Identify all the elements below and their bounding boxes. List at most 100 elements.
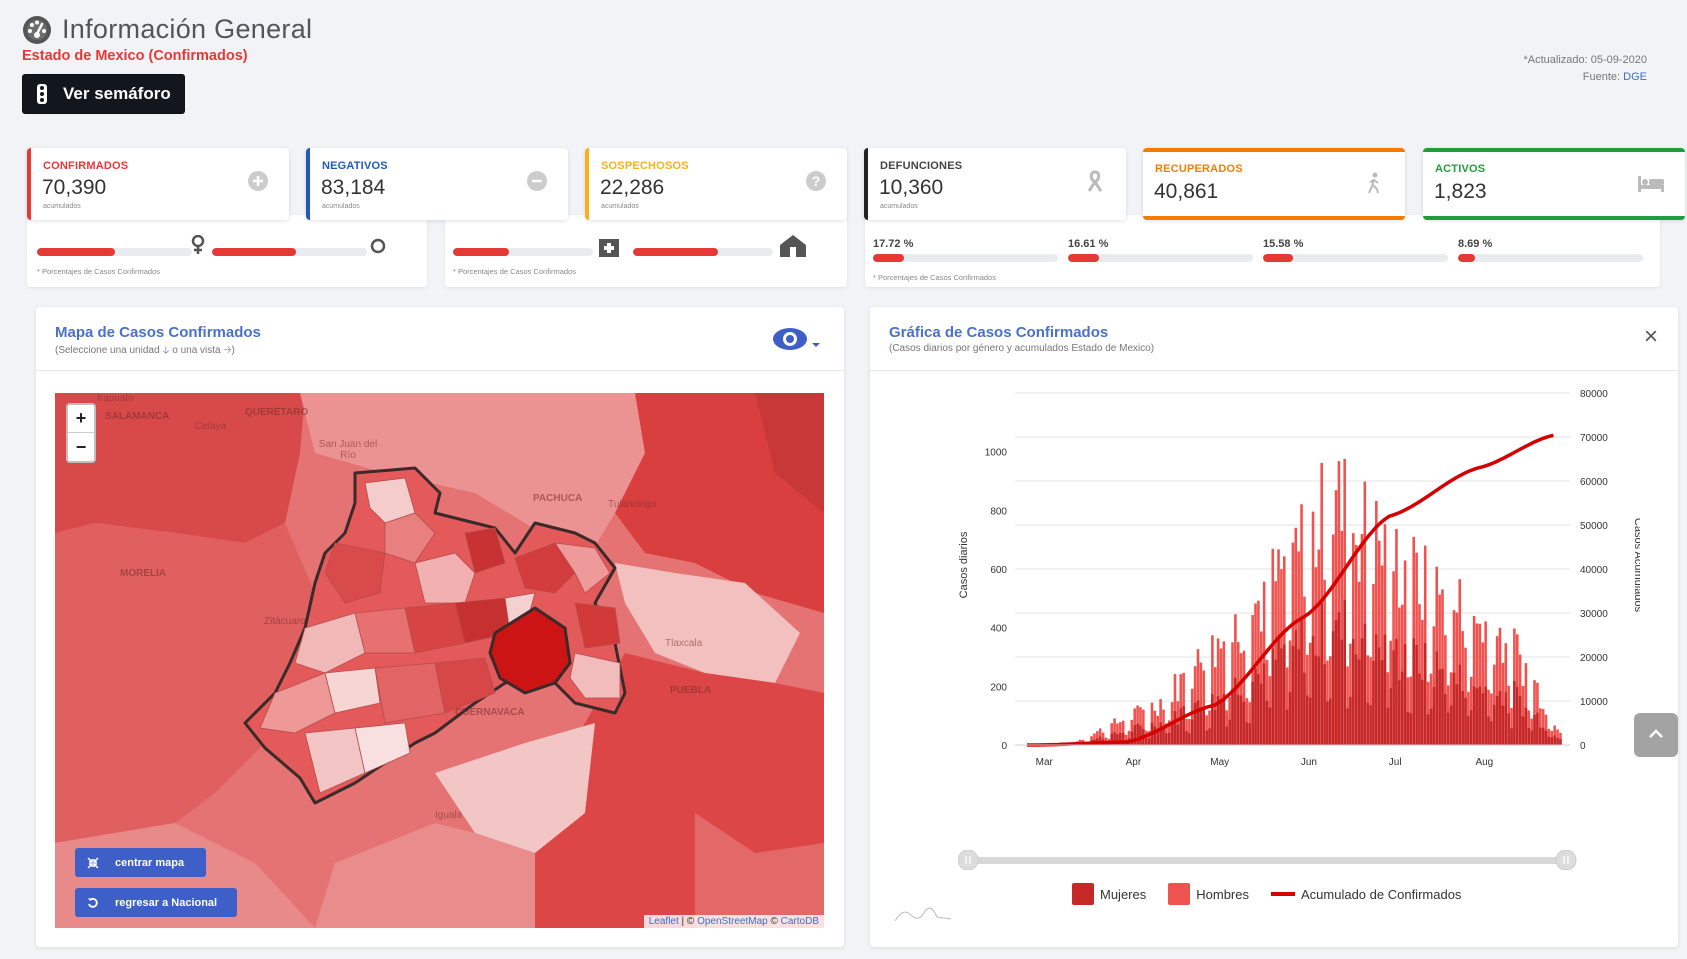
bar-mujeres (1251, 681, 1254, 745)
bar-mujeres (1331, 631, 1335, 745)
bar-mujeres (1236, 694, 1240, 745)
bar-mujeres (1490, 721, 1493, 745)
source-link[interactable]: DGE (1623, 71, 1647, 83)
bar-mujeres (1452, 672, 1456, 745)
group-bar-4 (1458, 254, 1643, 262)
bar-mujeres (1369, 705, 1372, 745)
stat-recuperados-card[interactable]: RECUPERADOS 40,861 (1143, 148, 1405, 220)
legend-label: Hombres (1196, 886, 1249, 902)
range-handle-right[interactable] (1555, 850, 1577, 870)
bar-mujeres (1354, 654, 1358, 745)
bar-mujeres (1306, 695, 1309, 745)
stat-activos-card[interactable]: ACTIVOS 1,823 (1423, 148, 1685, 220)
bar-mujeres (1441, 668, 1444, 745)
bar-mujeres (1248, 723, 1252, 745)
bar-mujeres (1467, 715, 1470, 745)
map-panel-title: Mapa de Casos Confirmados (55, 324, 261, 341)
map-panel-subtitle: (Seleccione una unidad 🡣 o una vista 🡢) (55, 345, 235, 356)
bar-mujeres (1478, 686, 1482, 745)
bar-mujeres (1205, 730, 1208, 745)
bar-mujeres (1231, 689, 1234, 745)
map-attribution: Leaflet | © OpenStreetMap © CartoDB (643, 915, 824, 928)
bar-mujeres (1326, 701, 1329, 745)
bar-mujeres (1530, 730, 1533, 745)
bar-mujeres (1259, 683, 1263, 745)
bar-mujeres (1518, 696, 1522, 745)
y2-tick-label: 40000 (1580, 565, 1608, 576)
bar-mujeres (1202, 707, 1206, 745)
page-subtitle: Estado de Mexico (Confirmados) (22, 48, 248, 64)
male-icon (370, 238, 386, 254)
legend-line-swatch (1271, 892, 1295, 896)
legend-item-mujeres[interactable]: Mujeres (1072, 883, 1146, 905)
bar-mujeres (1513, 681, 1516, 745)
zoom-out-button[interactable]: − (68, 433, 94, 461)
y2-tick-label: 0 (1580, 741, 1586, 752)
map-label-pachuca: PACHUCA (533, 493, 583, 504)
stat-defunciones-card[interactable]: DEFUNCIONES 10,360 acumulados (864, 148, 1126, 220)
bar-mujeres (1271, 648, 1275, 745)
bar-mujeres (1167, 732, 1171, 745)
group-pct-1: 17.72 % (873, 238, 914, 250)
stat-value: 10,360 (879, 176, 944, 199)
x-tick-label: Jun (1301, 757, 1317, 768)
legend-item-hombres[interactable]: Hombres (1168, 883, 1249, 905)
bar-mujeres (1400, 671, 1404, 745)
osm-link[interactable]: OpenStreetMap (697, 916, 768, 927)
stat-confirmados-card[interactable]: CONFIRMADOS 70,390 acumulados (27, 148, 289, 220)
stat-note: acumulados (601, 203, 639, 210)
group-bar-2 (1068, 254, 1253, 262)
legend-label: Mujeres (1100, 886, 1147, 902)
view-selector-eye-icon[interactable] (772, 325, 820, 355)
y-tick-label: 0 (1001, 741, 1007, 752)
cartodb-link[interactable]: CartoDB (781, 916, 819, 927)
choropleth-map[interactable]: SALAMANCA QUERÉTARO Celaya San Juan del … (55, 393, 824, 928)
y-tick-label: 400 (990, 624, 1007, 635)
bar-mujeres (1242, 701, 1246, 745)
ver-semaforo-button[interactable]: Ver semáforo (22, 74, 185, 114)
bar-mujeres (1521, 716, 1525, 745)
bar-mujeres (1507, 713, 1510, 745)
zoom-in-button[interactable]: + (68, 405, 94, 433)
bar-mujeres (1317, 656, 1321, 745)
bar-mujeres (1311, 636, 1315, 745)
bar-mujeres (1225, 726, 1229, 745)
plus-circle-icon (248, 171, 268, 191)
bar-mujeres (1415, 644, 1418, 745)
undo-icon (88, 897, 98, 908)
bar-mujeres (1498, 691, 1502, 745)
bar-mujeres (1165, 733, 1168, 745)
house-icon (780, 235, 806, 257)
bar-mujeres (1556, 737, 1559, 745)
bar-mujeres (1288, 692, 1292, 745)
leaflet-link[interactable]: Leaflet (649, 916, 679, 927)
legend-item-acumulado[interactable]: Acumulado de Confirmados (1271, 887, 1461, 902)
range-slider[interactable] (958, 850, 1578, 870)
range-handle-left[interactable] (958, 850, 979, 870)
center-map-button[interactable]: centrar mapa (75, 848, 206, 877)
page-title: Información General (62, 14, 313, 44)
gender-note: * Porcentajes de Casos Confirmados (37, 267, 160, 276)
group-bar-3 (1263, 254, 1448, 262)
bar-mujeres (1245, 722, 1249, 745)
bar-mujeres (1492, 704, 1496, 745)
bar-mujeres (1357, 659, 1361, 745)
bar-mujeres (1320, 603, 1323, 745)
return-national-button[interactable]: regresar a Nacional (75, 888, 237, 917)
bar-mujeres (1346, 708, 1349, 745)
minus-circle-icon (527, 171, 547, 191)
y2-tick-label: 10000 (1580, 697, 1608, 708)
stat-sospechosos-card[interactable]: SOSPECHOSOS 22,286 acumulados ? (585, 148, 847, 220)
bar-mujeres (1547, 736, 1551, 745)
bar-mujeres (1383, 634, 1387, 745)
bar-mujeres (1291, 645, 1295, 745)
bar-mujeres (1144, 738, 1148, 745)
scroll-to-top-button[interactable] (1634, 713, 1678, 757)
bar-mujeres (1366, 702, 1369, 745)
stat-label: NEGATIVOS (322, 160, 388, 172)
chart-close-button[interactable]: × (1644, 323, 1658, 351)
stat-negativos-card[interactable]: NEGATIVOS 83,184 acumulados (306, 148, 568, 220)
bar-mujeres (1536, 712, 1539, 745)
bar-mujeres (1541, 727, 1545, 745)
age-groups-card: 17.72 % 16.61 % 15.58 % 8.69 % * Porcent… (865, 215, 1660, 287)
